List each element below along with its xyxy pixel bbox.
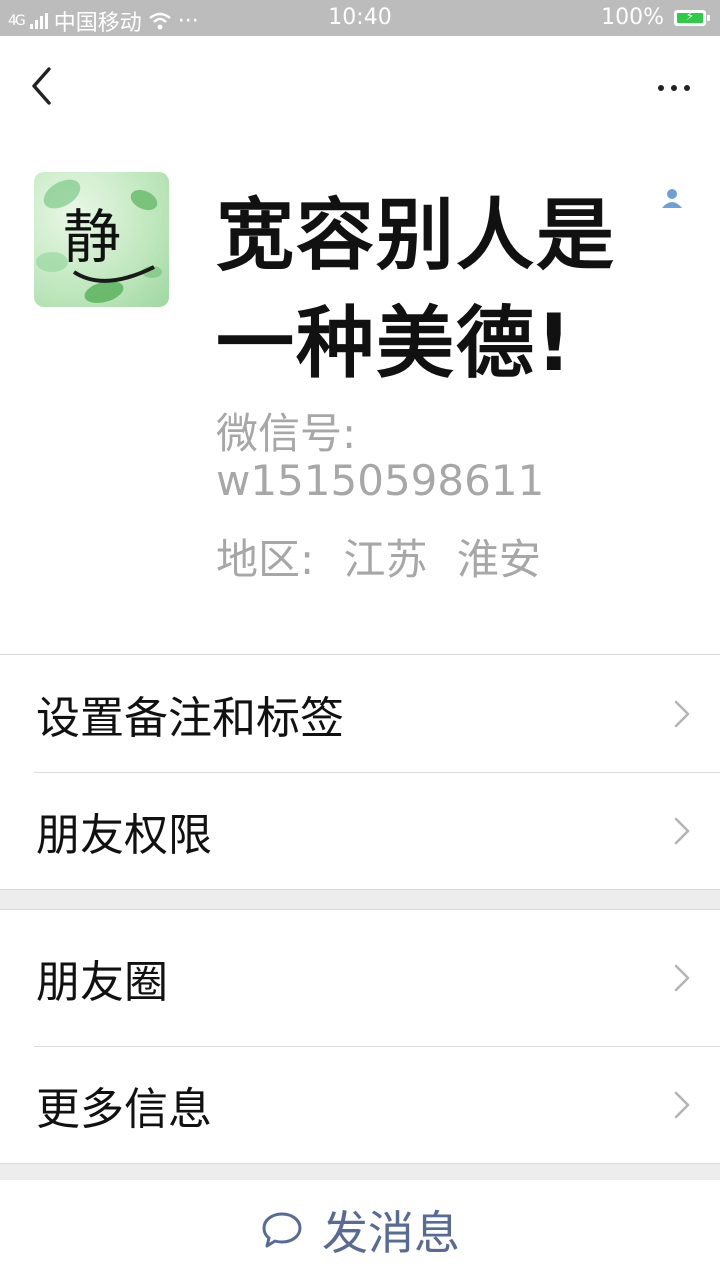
chevron-right-icon — [674, 700, 690, 727]
more-dot — [684, 85, 690, 91]
list-item-remark-tags[interactable]: 设置备注和标签 — [0, 655, 720, 772]
settings-group: 设置备注和标签 朋友权限 — [0, 654, 720, 890]
chevron-right-icon — [674, 964, 690, 992]
send-message-button[interactable]: 发消息 — [0, 1180, 720, 1280]
status-right: 100% ⚡ — [601, 5, 710, 30]
svg-text:静: 静 — [63, 203, 121, 271]
chevron-right-icon — [674, 817, 690, 844]
wechat-id-value: w15150598611 — [216, 456, 545, 505]
profile-header: 静 宽容别人是一种美德! 微信号: w15150598611 地区: 江苏 淮安 — [0, 36, 720, 654]
more-options-button[interactable] — [630, 76, 690, 100]
row-label: 朋友权限 — [36, 809, 212, 861]
chevron-left-icon — [32, 67, 51, 105]
more-dot — [671, 85, 677, 91]
send-message-label: 发消息 — [322, 1206, 460, 1260]
wechat-id-label: 微信号: — [216, 409, 357, 458]
avatar-image: 静 — [36, 179, 162, 303]
more-dot — [658, 85, 664, 91]
info-group: 朋友圈 更多信息 — [0, 909, 720, 1164]
region-city: 淮安 — [456, 535, 541, 584]
contact-person-icon — [660, 186, 684, 210]
profile-name: 宽容别人是一种美德! — [216, 191, 617, 389]
battery-percent: 100% — [601, 5, 664, 30]
chevron-right-icon — [674, 1091, 690, 1118]
chat-bubble-icon — [262, 1212, 302, 1248]
region-province: 江苏 — [343, 535, 428, 584]
list-item-more-info[interactable]: 更多信息 — [0, 1046, 720, 1163]
avatar[interactable]: 静 — [34, 172, 169, 307]
status-bar: 4G 中国移动 ··· 10:40 100% ⚡ — [0, 0, 720, 36]
row-label: 更多信息 — [36, 1083, 212, 1135]
region-label: 地区: — [216, 535, 315, 584]
back-button[interactable] — [22, 60, 62, 110]
row-label: 朋友圈 — [36, 957, 168, 1008]
list-item-friend-permissions[interactable]: 朋友权限 — [0, 772, 720, 889]
region: 地区: 江苏 淮安 — [216, 526, 557, 587]
list-item-moments[interactable]: 朋友圈 — [0, 910, 720, 1046]
row-label: 设置备注和标签 — [36, 692, 344, 744]
battery-icon: ⚡ — [674, 9, 710, 26]
